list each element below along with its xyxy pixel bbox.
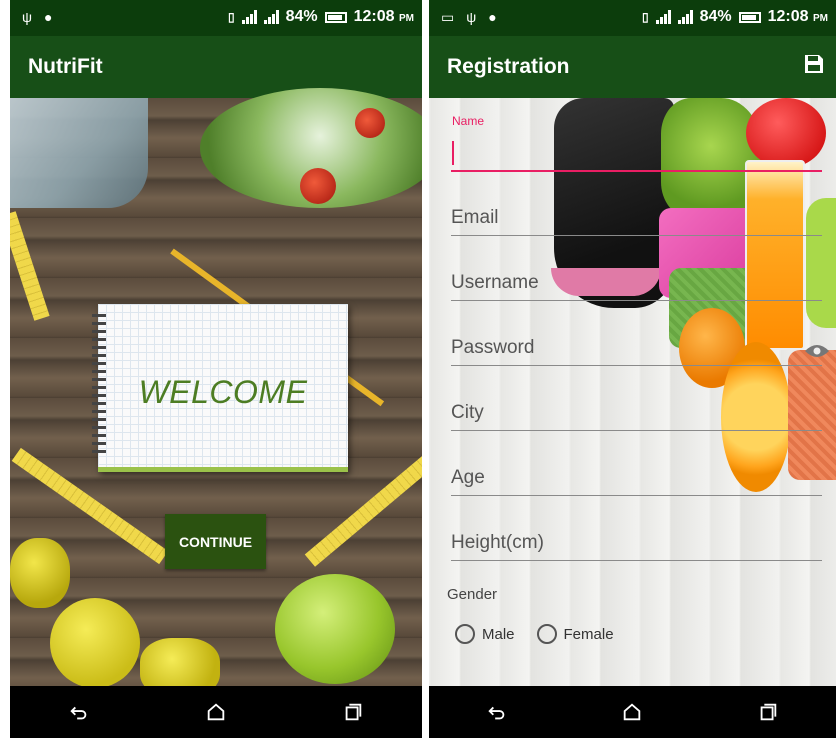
orange-juice-image [745,160,805,350]
back-icon[interactable] [486,701,508,723]
home-icon[interactable] [621,701,643,723]
measuring-tape-image [10,211,50,321]
username-field[interactable]: Username [451,261,822,301]
continue-button[interactable]: CONTINUE [165,514,266,569]
save-icon[interactable] [802,52,826,76]
age-field[interactable]: Age [451,456,822,496]
app-bar: Registration [429,36,836,98]
battery-percent: 84% [699,8,732,25]
battery-percent: 84% [285,8,318,25]
green-apple-image [275,574,395,684]
gender-label: Gender [447,586,498,603]
password-field[interactable]: Password [451,326,829,366]
text-cursor [452,141,454,165]
battery-icon [324,11,347,23]
radio-circle [536,624,557,644]
android-icon: ● [488,9,497,25]
welcome-notebook: WELCOME [92,304,348,472]
gender-radio-group: Male Female [455,624,614,644]
welcome-text: WELCOME [138,374,308,410]
registration-screen: ▭ ψ ● ▯ 84% 12:08 PM Registration Name E… [429,0,836,738]
welcome-screen: ψ ● ▯ 84% 12:08 PM NutriFit WELCOME CONT… [10,0,422,738]
usb-icon: ψ [22,9,32,25]
battery-icon [738,11,761,23]
male-radio[interactable]: Male [455,624,515,644]
roaming-signal-icon [263,10,279,24]
recents-icon[interactable] [342,701,364,723]
navigation-bar [10,686,422,738]
vibrate-icon: ▯ [641,10,649,24]
name-field-label: Name [452,114,485,128]
eye-icon[interactable] [804,343,830,359]
height-field[interactable]: Height(cm) [451,521,822,561]
signal-icon [655,10,671,24]
app-title: Registration [447,55,570,78]
android-icon: ● [43,9,53,25]
home-icon[interactable] [205,701,227,723]
roaming-signal-icon [677,10,693,24]
water-glass-image [10,98,148,208]
app-bar: NutriFit [10,36,422,98]
recents-icon[interactable] [757,701,779,723]
signal-icon [241,10,257,24]
navigation-bar [429,686,836,738]
name-field[interactable]: Name [451,114,822,172]
city-field[interactable]: City [451,391,822,431]
tomato-image [355,108,385,138]
status-bar: ψ ● ▯ 84% 12:08 PM [10,0,422,36]
tomato-image [300,168,336,204]
vibrate-icon: ▯ [227,10,235,24]
email-field[interactable]: Email [451,196,822,236]
status-bar: ▭ ψ ● ▯ 84% 12:08 PM [429,0,836,36]
clock: 12:08 PM [353,8,414,25]
back-icon[interactable] [68,701,90,723]
usb-icon: ψ [466,9,477,25]
app-title: NutriFit [28,55,103,78]
radio-circle [455,624,475,644]
screen-icon: ▭ [441,9,455,25]
clock: 12:08 PM [767,8,828,25]
welcome-background-image: WELCOME CONTINUE [10,88,422,698]
female-radio[interactable]: Female [536,624,614,644]
